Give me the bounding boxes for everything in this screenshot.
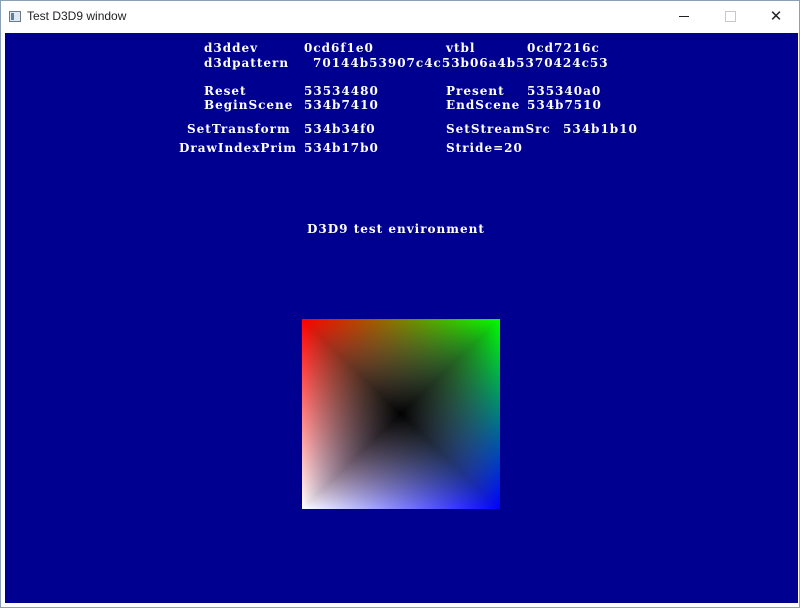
minimize-icon bbox=[679, 16, 689, 17]
minimize-button[interactable] bbox=[661, 1, 707, 32]
setstreamsrc-label: SetStreamSrc bbox=[446, 122, 551, 136]
reset-value: 53534480 bbox=[304, 84, 379, 98]
vtbl-value: 0cd7216c bbox=[527, 41, 600, 55]
test-environment-heading: D3D9 test environment bbox=[307, 222, 485, 236]
present-label: Present bbox=[446, 84, 505, 98]
close-button[interactable]: ✕ bbox=[753, 1, 799, 32]
endscene-label: EndScene bbox=[446, 98, 521, 112]
stride-info: Stride=20 bbox=[446, 141, 523, 155]
settransform-value: 534b34f0 bbox=[304, 122, 376, 136]
drawindexprim-label: DrawIndexPrim bbox=[179, 141, 297, 155]
maximize-button[interactable] bbox=[707, 1, 753, 32]
vtbl-label: vtbl bbox=[446, 41, 476, 55]
application-window-icon[interactable] bbox=[9, 11, 21, 22]
close-icon: ✕ bbox=[769, 7, 783, 25]
reset-label: Reset bbox=[204, 84, 247, 98]
d3ddev-value: 0cd6f1e0 bbox=[304, 41, 374, 55]
d3d9-render-area[interactable]: d3ddev 0cd6f1e0 vtbl 0cd7216c d3dpattern… bbox=[5, 33, 798, 603]
app-window: Test D3D9 window ✕ d3ddev 0cd6f1e0 vtbl … bbox=[0, 0, 800, 608]
beginscene-label: BeginScene bbox=[204, 98, 294, 112]
d3dpattern-value: 70144b53907c4c53b06a4b5370424c53 bbox=[313, 56, 609, 70]
drawindexprim-value: 534b17b0 bbox=[304, 141, 379, 155]
title-bar[interactable]: Test D3D9 window ✕ bbox=[1, 1, 799, 32]
setstreamsrc-value: 534b1b10 bbox=[563, 122, 638, 136]
gradient-quad bbox=[302, 319, 500, 509]
maximize-icon bbox=[724, 11, 736, 22]
endscene-value: 534b7510 bbox=[527, 98, 602, 112]
present-value: 535340a0 bbox=[527, 84, 602, 98]
d3dpattern-label: d3dpattern bbox=[204, 56, 290, 70]
window-title: Test D3D9 window bbox=[27, 9, 127, 23]
beginscene-value: 534b7410 bbox=[304, 98, 379, 112]
settransform-label: SetTransform bbox=[187, 122, 291, 136]
d3ddev-label: d3ddev bbox=[204, 41, 259, 55]
